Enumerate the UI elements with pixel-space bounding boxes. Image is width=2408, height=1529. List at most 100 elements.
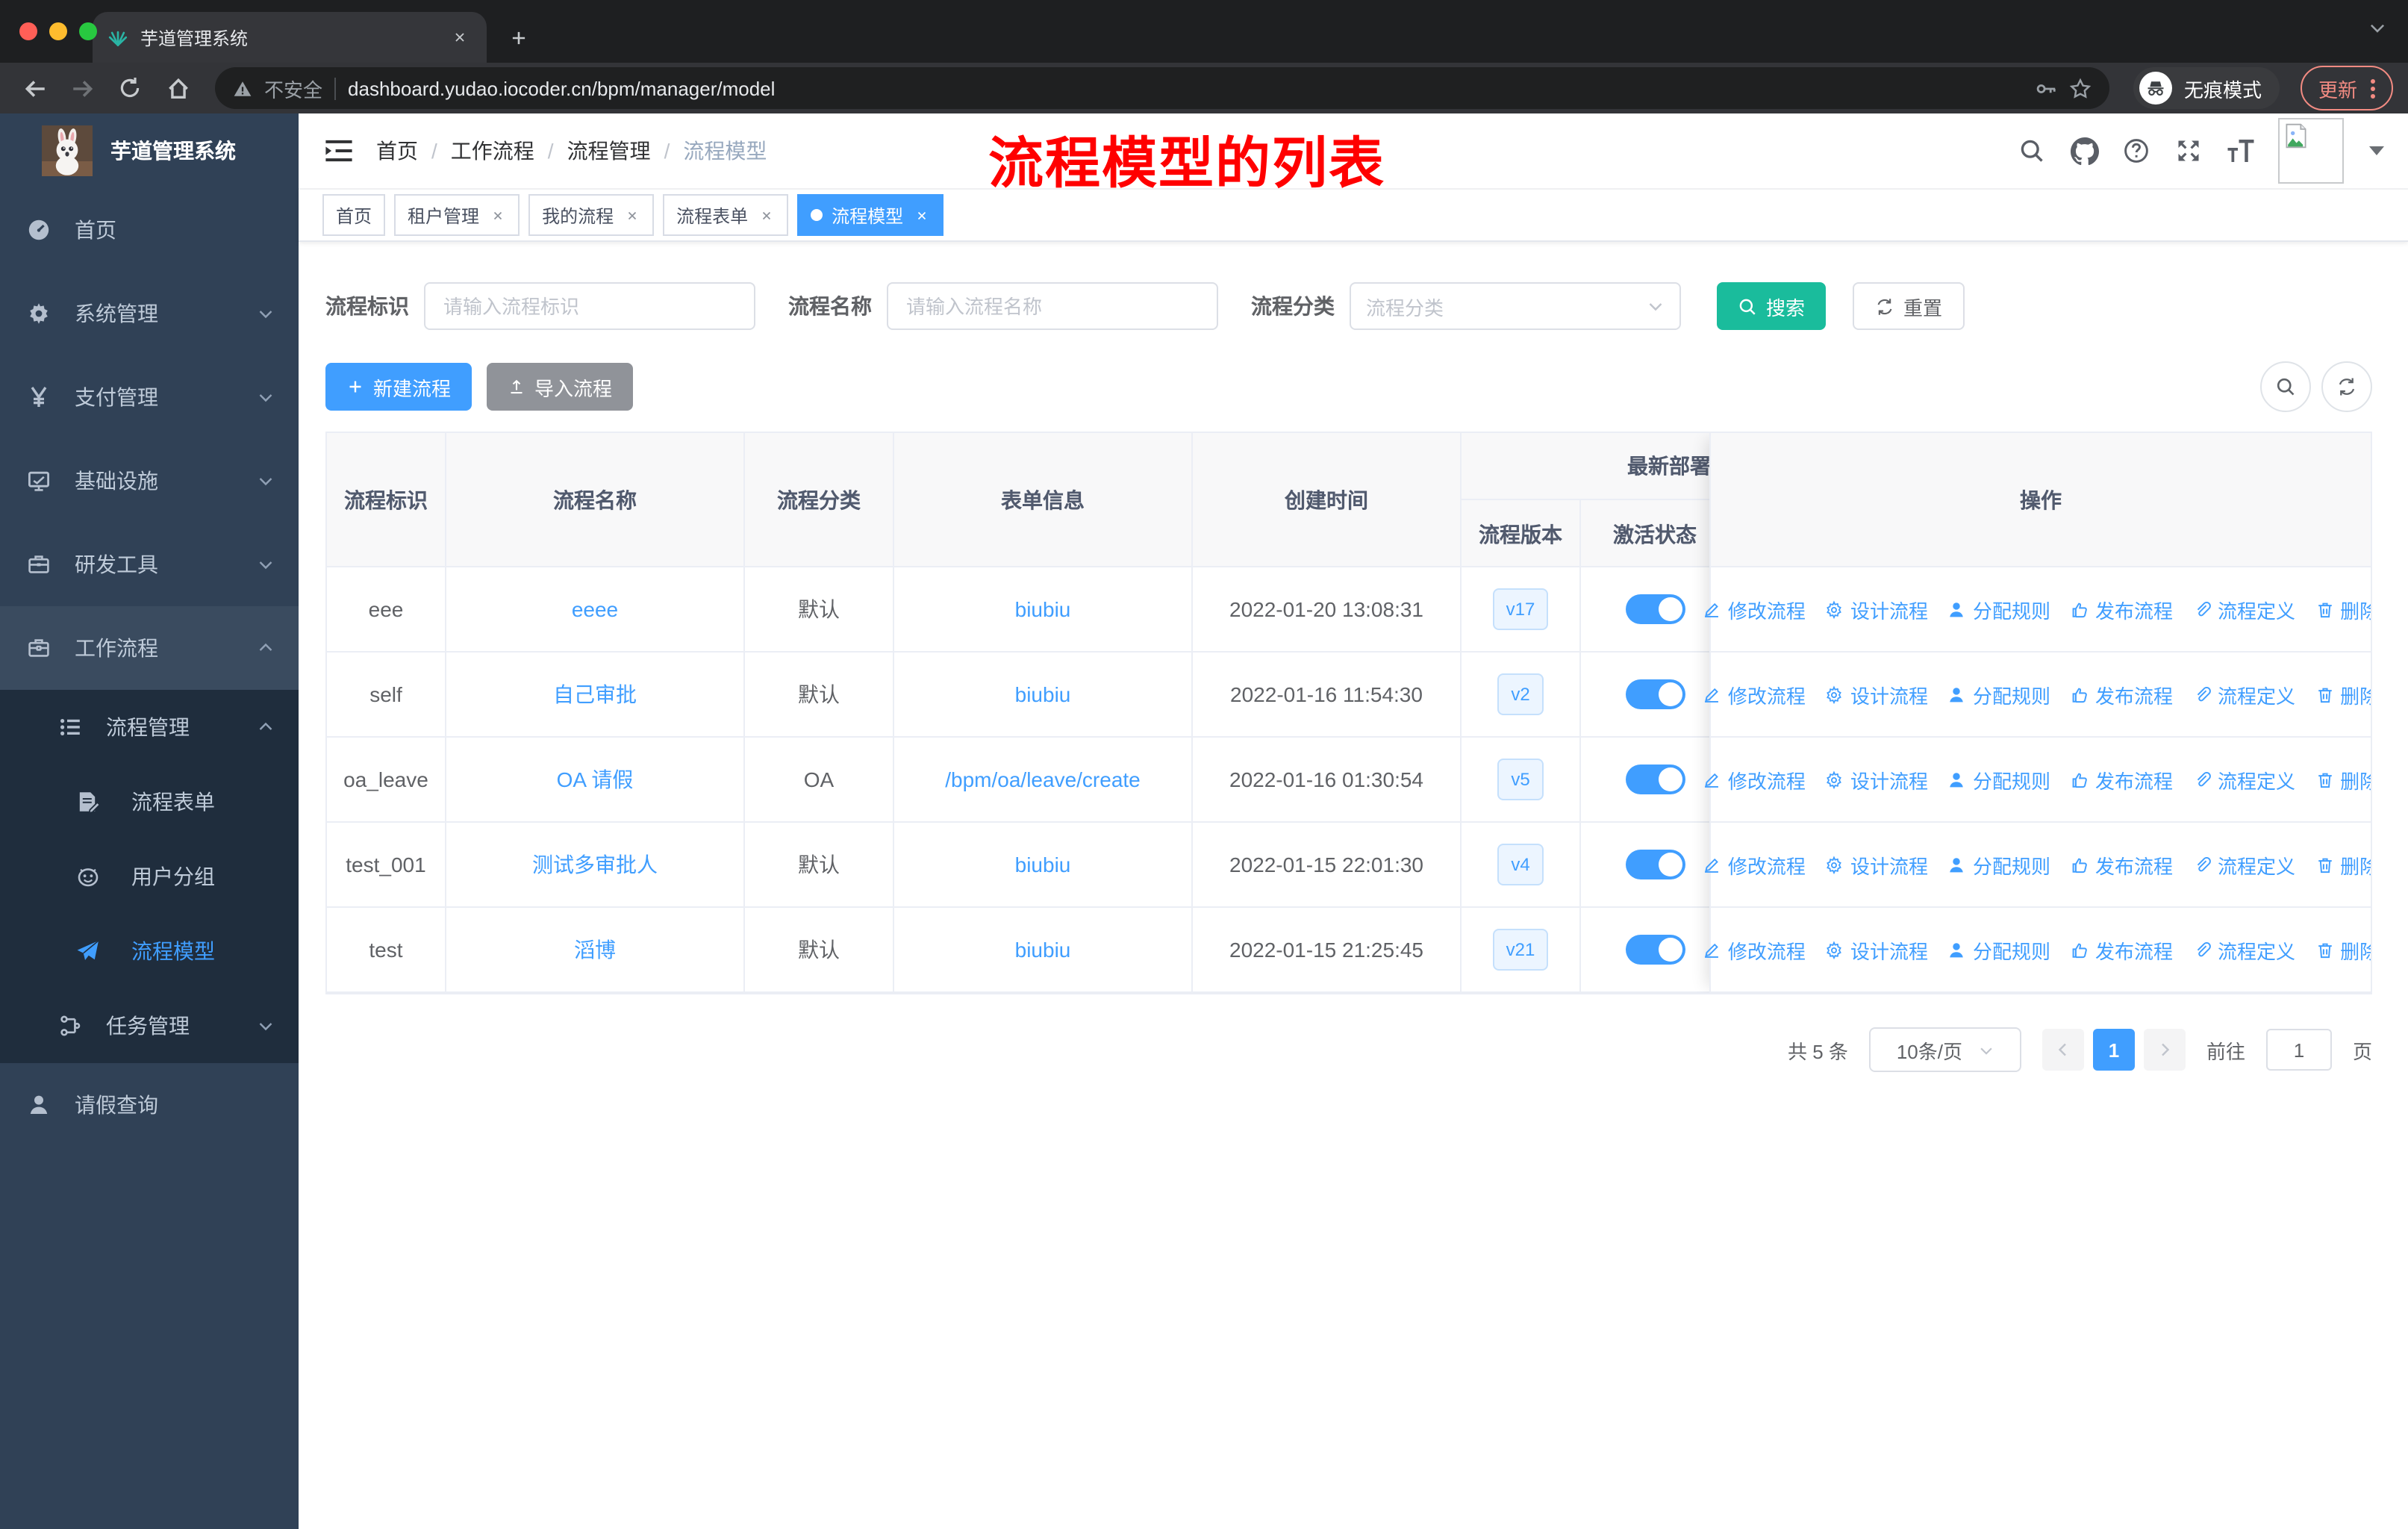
form-info-link[interactable]: biubiu bbox=[1015, 853, 1071, 876]
sidebar-item-system[interactable]: 系统管理 bbox=[0, 272, 299, 355]
home-icon[interactable] bbox=[158, 69, 197, 108]
close-icon[interactable] bbox=[623, 206, 640, 224]
action-delete-link[interactable]: 删除 bbox=[2315, 765, 2371, 794]
sidebar-item-process-form[interactable]: 流程表单 bbox=[0, 764, 299, 839]
key-icon[interactable] bbox=[2035, 77, 2057, 99]
version-badge[interactable]: v2 bbox=[1497, 673, 1544, 715]
tag-process-model[interactable]: 流程模型 bbox=[797, 194, 944, 236]
action-assign-rule-link[interactable]: 分配规则 bbox=[1947, 850, 2050, 879]
version-badge[interactable]: v21 bbox=[1492, 929, 1549, 971]
goto-page-input[interactable] bbox=[2265, 1029, 2332, 1071]
tab-close-icon[interactable] bbox=[448, 25, 472, 49]
prev-page-button[interactable] bbox=[2042, 1029, 2084, 1071]
new-tab-button[interactable] bbox=[499, 18, 537, 57]
action-design-link[interactable]: 设计流程 bbox=[1825, 595, 1928, 623]
action-design-link[interactable]: 设计流程 bbox=[1825, 680, 1928, 709]
close-icon[interactable] bbox=[757, 206, 775, 224]
user-avatar[interactable] bbox=[2278, 118, 2344, 184]
tag-process-form[interactable]: 流程表单 bbox=[663, 194, 789, 236]
category-select[interactable]: 流程分类 bbox=[1350, 282, 1681, 330]
avatar-caret-icon[interactable] bbox=[2369, 146, 2384, 155]
hamburger-icon[interactable] bbox=[322, 134, 355, 167]
action-publish-link[interactable]: 发布流程 bbox=[2070, 850, 2173, 879]
page-number-button[interactable]: 1 bbox=[2092, 1029, 2135, 1071]
activation-toggle[interactable] bbox=[1625, 594, 1685, 624]
minimize-window-button[interactable] bbox=[49, 22, 67, 40]
bookmark-star-icon[interactable] bbox=[2069, 77, 2092, 99]
process-name-input[interactable] bbox=[887, 282, 1218, 330]
reset-button[interactable]: 重置 bbox=[1853, 282, 1965, 330]
address-bar[interactable]: 不安全 dashboard.yudao.iocoder.cn/bpm/manag… bbox=[215, 67, 2109, 109]
action-definition-link[interactable]: 流程定义 bbox=[2192, 850, 2295, 879]
action-modify-link[interactable]: 修改流程 bbox=[1703, 935, 1806, 964]
browser-tab[interactable]: 芋道管理系统 bbox=[93, 12, 487, 63]
update-button[interactable]: 更新 bbox=[2300, 66, 2393, 110]
action-delete-link[interactable]: 删除 bbox=[2315, 850, 2371, 879]
version-badge[interactable]: v5 bbox=[1497, 759, 1544, 800]
action-modify-link[interactable]: 修改流程 bbox=[1703, 680, 1806, 709]
github-icon[interactable] bbox=[2069, 136, 2099, 166]
close-icon[interactable] bbox=[912, 206, 930, 224]
process-name-link[interactable]: 滔博 bbox=[574, 935, 616, 965]
tag-my-process[interactable]: 我的流程 bbox=[528, 194, 655, 236]
header-search-icon[interactable] bbox=[2017, 136, 2047, 166]
action-definition-link[interactable]: 流程定义 bbox=[2192, 680, 2295, 709]
back-icon[interactable] bbox=[15, 69, 54, 108]
sidebar-item-workflow[interactable]: 工作流程 bbox=[0, 606, 299, 690]
action-delete-link[interactable]: 删除 bbox=[2315, 595, 2371, 623]
activation-toggle[interactable] bbox=[1625, 935, 1685, 965]
breadcrumb-item[interactable]: 工作流程 bbox=[451, 136, 534, 166]
maximize-window-button[interactable] bbox=[79, 22, 97, 40]
sidebar-item-process-model[interactable]: 流程模型 bbox=[0, 914, 299, 988]
action-modify-link[interactable]: 修改流程 bbox=[1703, 595, 1806, 623]
process-name-link[interactable]: 测试多审批人 bbox=[532, 850, 658, 879]
form-info-link[interactable]: biubiu bbox=[1015, 597, 1071, 621]
action-assign-rule-link[interactable]: 分配规则 bbox=[1947, 765, 2050, 794]
form-info-link[interactable]: biubiu bbox=[1015, 938, 1071, 962]
close-icon[interactable] bbox=[488, 206, 506, 224]
action-assign-rule-link[interactable]: 分配规则 bbox=[1947, 680, 2050, 709]
next-page-button[interactable] bbox=[2143, 1029, 2186, 1071]
sidebar-item-devtools[interactable]: 研发工具 bbox=[0, 523, 299, 606]
action-assign-rule-link[interactable]: 分配规则 bbox=[1947, 935, 2050, 964]
action-definition-link[interactable]: 流程定义 bbox=[2192, 935, 2295, 964]
action-delete-link[interactable]: 删除 bbox=[2315, 935, 2371, 964]
sidebar-item-task-management[interactable]: 任务管理 bbox=[0, 988, 299, 1063]
reload-icon[interactable] bbox=[110, 69, 149, 108]
sidebar-item-process-management[interactable]: 流程管理 bbox=[0, 690, 299, 764]
browser-menu-icon[interactable] bbox=[2371, 78, 2375, 98]
import-process-button[interactable]: 导入流程 bbox=[487, 363, 634, 411]
search-button[interactable]: 搜索 bbox=[1717, 282, 1827, 330]
fullscreen-icon[interactable] bbox=[2174, 136, 2203, 166]
tag-tenant[interactable]: 租户管理 bbox=[394, 194, 520, 236]
show-search-button[interactable] bbox=[2260, 361, 2311, 412]
form-info-link[interactable]: biubiu bbox=[1015, 682, 1071, 706]
action-design-link[interactable]: 设计流程 bbox=[1825, 850, 1928, 879]
breadcrumb-item[interactable]: 流程管理 bbox=[567, 136, 651, 166]
process-name-link[interactable]: OA 请假 bbox=[557, 764, 634, 794]
action-publish-link[interactable]: 发布流程 bbox=[2070, 680, 2173, 709]
process-key-input[interactable] bbox=[424, 282, 755, 330]
form-info-link[interactable]: /bpm/oa/leave/create bbox=[945, 767, 1141, 791]
sidebar-logo[interactable]: 芋道管理系统 bbox=[0, 113, 299, 188]
close-window-button[interactable] bbox=[19, 22, 37, 40]
action-design-link[interactable]: 设计流程 bbox=[1825, 935, 1928, 964]
version-badge[interactable]: v4 bbox=[1497, 844, 1544, 885]
text-size-icon[interactable] bbox=[2226, 136, 2256, 166]
activation-toggle[interactable] bbox=[1625, 679, 1685, 709]
action-publish-link[interactable]: 发布流程 bbox=[2070, 935, 2173, 964]
action-publish-link[interactable]: 发布流程 bbox=[2070, 765, 2173, 794]
version-badge[interactable]: v17 bbox=[1492, 588, 1549, 630]
refresh-table-button[interactable] bbox=[2321, 361, 2372, 412]
activation-toggle[interactable] bbox=[1625, 850, 1685, 879]
help-icon[interactable] bbox=[2121, 136, 2151, 166]
action-modify-link[interactable]: 修改流程 bbox=[1703, 765, 1806, 794]
process-name-link[interactable]: eeee bbox=[572, 597, 618, 621]
sidebar-item-payment[interactable]: 支付管理 bbox=[0, 355, 299, 439]
action-publish-link[interactable]: 发布流程 bbox=[2070, 595, 2173, 623]
page-size-select[interactable]: 10条/页 bbox=[1868, 1027, 2021, 1072]
sidebar-item-user-group[interactable]: 用户分组 bbox=[0, 839, 299, 914]
sidebar-item-leave-query[interactable]: 请假查询 bbox=[0, 1063, 299, 1147]
action-definition-link[interactable]: 流程定义 bbox=[2192, 765, 2295, 794]
tag-home[interactable]: 首页 bbox=[322, 194, 386, 236]
